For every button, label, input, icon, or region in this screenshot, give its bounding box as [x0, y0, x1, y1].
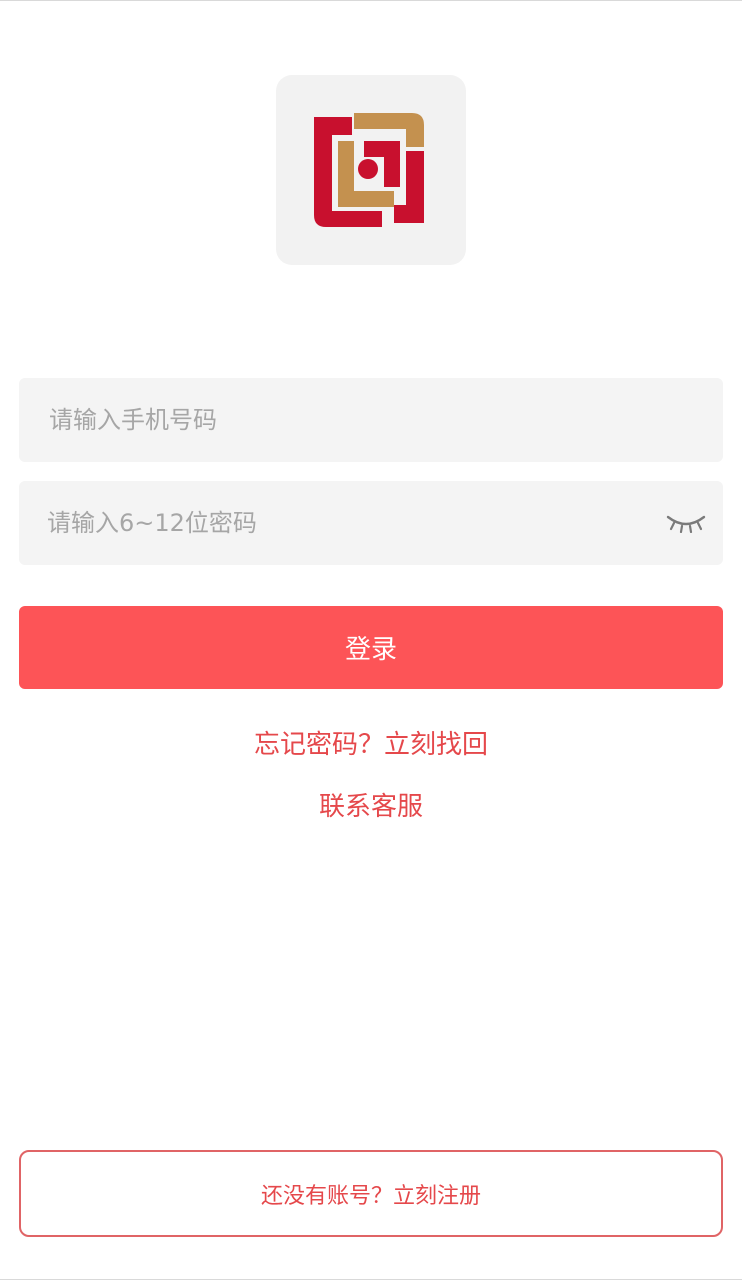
- password-field-container: [19, 481, 723, 565]
- password-visibility-toggle[interactable]: [665, 503, 707, 543]
- login-page: 登录 忘记密码？立刻找回 联系客服 还没有账号？立刻注册: [0, 0, 742, 1280]
- login-button[interactable]: 登录: [19, 606, 723, 689]
- forgot-password-link[interactable]: 忘记密码？立刻找回: [0, 727, 742, 763]
- logo-container: [276, 75, 466, 265]
- phone-field-container: [19, 378, 723, 462]
- register-button[interactable]: 还没有账号？立刻注册: [19, 1150, 723, 1237]
- contact-service-link[interactable]: 联系客服: [0, 789, 742, 825]
- eye-closed-icon: [666, 515, 706, 533]
- brand-logo-icon: [314, 113, 424, 227]
- phone-input[interactable]: [19, 378, 723, 462]
- password-input[interactable]: [19, 481, 723, 565]
